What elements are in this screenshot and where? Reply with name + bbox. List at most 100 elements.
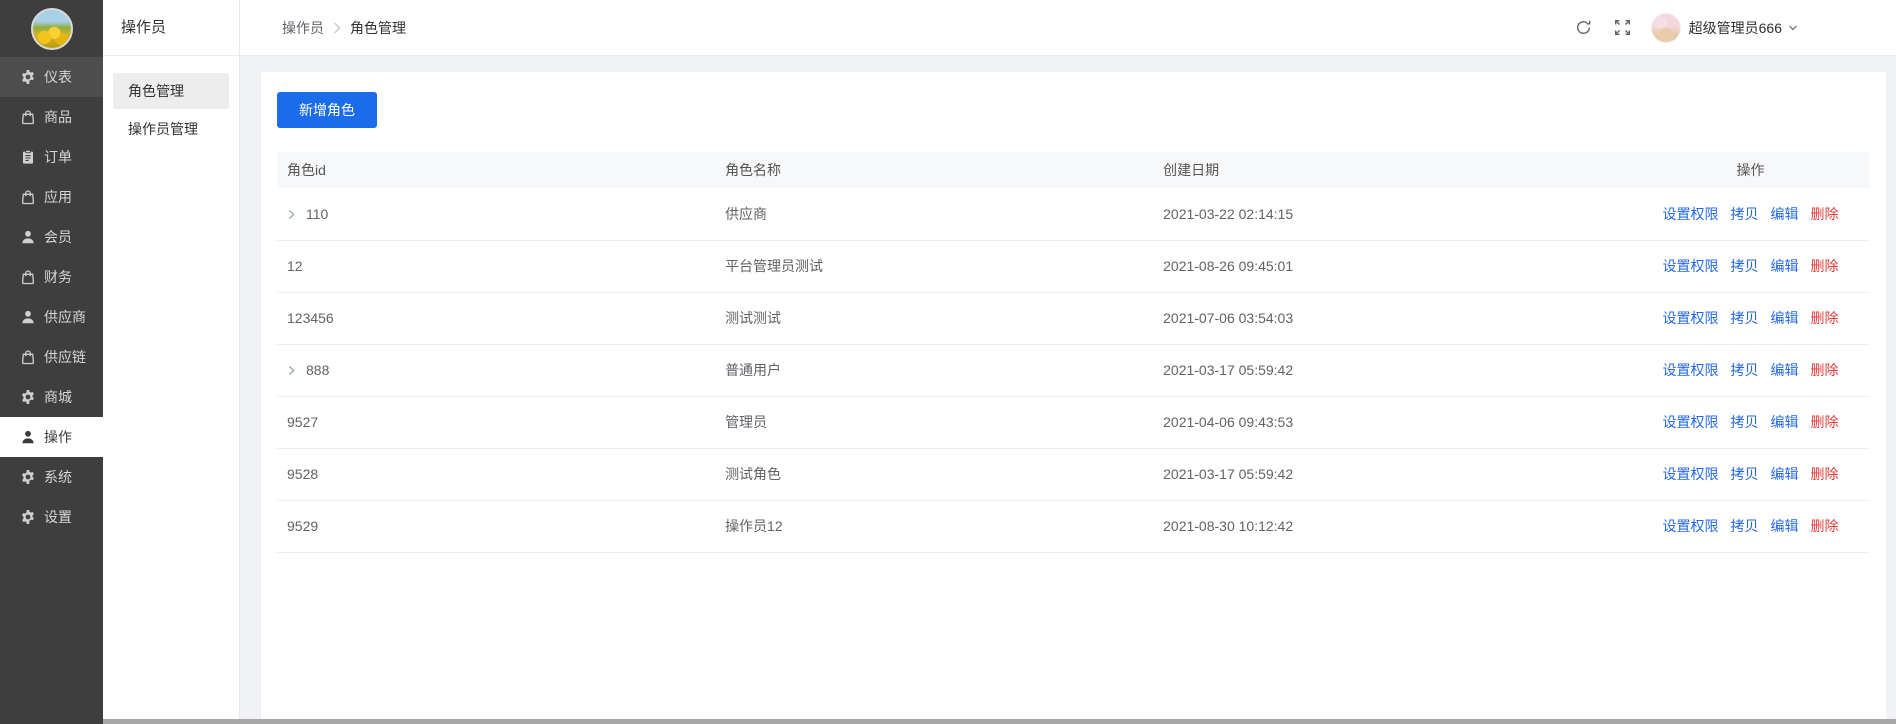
edit-link[interactable]: 编辑 — [1771, 362, 1799, 378]
submenu-item-role-management[interactable]: 角色管理 — [113, 73, 229, 109]
add-role-button[interactable]: 新增角色 — [277, 92, 377, 128]
col-header-role-id: 角色id — [277, 152, 716, 188]
breadcrumb: 操作员 角色管理 — [282, 18, 406, 38]
role-created: 2021-07-06 03:54:03 — [1153, 292, 1632, 345]
sidebar-item-members[interactable]: 会员 — [0, 217, 103, 257]
table-row: 9528 测试角色 2021-03-17 05:59:42 设置权限 拷贝 编辑 删除 — [277, 448, 1870, 501]
fullscreen-icon[interactable] — [1614, 19, 1631, 36]
copy-link[interactable]: 拷贝 — [1731, 362, 1759, 378]
role-name: 普通用户 — [715, 344, 1154, 397]
col-header-created: 创建日期 — [1153, 152, 1632, 188]
delete-link[interactable]: 删除 — [1811, 414, 1839, 430]
copy-link[interactable]: 拷贝 — [1731, 310, 1759, 326]
edit-link[interactable]: 编辑 — [1771, 310, 1799, 326]
role-id: 12 — [277, 240, 716, 293]
copy-link[interactable]: 拷贝 — [1731, 466, 1759, 482]
role-created: 2021-08-26 09:45:01 — [1153, 240, 1632, 293]
sidebar-item-label: 商城 — [44, 389, 72, 405]
sidebar-item-label: 订单 — [44, 149, 72, 165]
user-avatar — [1650, 12, 1681, 43]
delete-link[interactable]: 删除 — [1811, 258, 1839, 274]
copy-link[interactable]: 拷贝 — [1731, 414, 1759, 430]
user-icon — [20, 429, 36, 445]
delete-link[interactable]: 删除 — [1811, 518, 1839, 534]
user-menu[interactable]: 超级管理员666 — [1650, 12, 1798, 43]
sidebar-item-label: 会员 — [44, 229, 72, 245]
gear-icon — [20, 509, 36, 525]
chevron-right-icon — [333, 22, 341, 34]
edit-link[interactable]: 编辑 — [1771, 414, 1799, 430]
sidebar-item-label: 供应商 — [44, 309, 86, 325]
edit-link[interactable]: 编辑 — [1771, 206, 1799, 222]
set-permissions-link[interactable]: 设置权限 — [1663, 362, 1719, 378]
sidebar-item-label: 系统 — [44, 469, 72, 485]
breadcrumb-parent[interactable]: 操作员 — [282, 18, 324, 38]
copy-link[interactable]: 拷贝 — [1731, 518, 1759, 534]
sidebar-item-finance[interactable]: 财务 — [0, 257, 103, 297]
role-name: 测试角色 — [715, 448, 1154, 501]
set-permissions-link[interactable]: 设置权限 — [1663, 518, 1719, 534]
role-id: 888 — [306, 362, 330, 378]
edit-link[interactable]: 编辑 — [1771, 466, 1799, 482]
role-id: 9528 — [277, 448, 716, 501]
app-window: 仪表 商品 订单 应用 会员 财务 供应商 供应链 商城 操作 系统 设置 操作… — [0, 0, 1896, 724]
copy-link[interactable]: 拷贝 — [1731, 206, 1759, 222]
gauge-gear-icon — [20, 69, 36, 85]
delete-link[interactable]: 删除 — [1811, 466, 1839, 482]
sidebar-item-label: 设置 — [44, 509, 72, 525]
main-column: 操作员 角色管理 超级管理员666 新增角色 角色id 角色名称 创建日期 操作… — [240, 0, 1896, 724]
col-header-operations: 操作 — [1631, 152, 1870, 188]
sidebar-item-apps[interactable]: 应用 — [0, 177, 103, 217]
roles-card: 新增角色 角色id 角色名称 创建日期 操作 110 供应商 2021-03-2… — [261, 72, 1886, 724]
set-permissions-link[interactable]: 设置权限 — [1663, 414, 1719, 430]
edit-link[interactable]: 编辑 — [1771, 518, 1799, 534]
role-name: 管理员 — [715, 396, 1154, 449]
sidebar-item-dashboard[interactable]: 仪表 — [0, 57, 103, 97]
sidebar-item-suppliers[interactable]: 供应商 — [0, 297, 103, 337]
role-name: 平台管理员测试 — [715, 240, 1154, 293]
submenu-title: 操作员 — [103, 0, 239, 56]
role-created: 2021-03-17 05:59:42 — [1153, 344, 1632, 397]
bag-icon — [20, 269, 36, 285]
sidebar-item-label: 操作 — [44, 429, 72, 445]
role-created: 2021-03-17 05:59:42 — [1153, 448, 1632, 501]
expand-row-icon[interactable] — [287, 365, 296, 376]
bag-icon — [20, 349, 36, 365]
app-logo[interactable] — [30, 7, 73, 50]
role-created: 2021-04-06 09:43:53 — [1153, 396, 1632, 449]
sidebar-item-label: 商品 — [44, 109, 72, 125]
sidebar-item-operation[interactable]: 操作 — [0, 417, 103, 457]
set-permissions-link[interactable]: 设置权限 — [1663, 206, 1719, 222]
sidebar-item-mall[interactable]: 商城 — [0, 377, 103, 417]
copy-link[interactable]: 拷贝 — [1731, 258, 1759, 274]
sidebar-item-orders[interactable]: 订单 — [0, 137, 103, 177]
table-header: 角色id 角色名称 创建日期 操作 — [277, 152, 1870, 188]
set-permissions-link[interactable]: 设置权限 — [1663, 258, 1719, 274]
sidebar-item-label: 应用 — [44, 189, 72, 205]
delete-link[interactable]: 删除 — [1811, 362, 1839, 378]
table-row: 888 普通用户 2021-03-17 05:59:42 设置权限 拷贝 编辑 删除 — [277, 344, 1870, 397]
role-name: 测试测试 — [715, 292, 1154, 345]
submenu-item-operator-management[interactable]: 操作员管理 — [113, 111, 229, 147]
table-row: 110 供应商 2021-03-22 02:14:15 设置权限 拷贝 编辑 删除 — [277, 188, 1870, 241]
table-row: 123456 测试测试 2021-07-06 03:54:03 设置权限 拷贝 编辑… — [277, 292, 1870, 345]
sidebar-item-supply-chain[interactable]: 供应链 — [0, 337, 103, 377]
delete-link[interactable]: 删除 — [1811, 206, 1839, 222]
expand-row-icon[interactable] — [287, 209, 296, 220]
set-permissions-link[interactable]: 设置权限 — [1663, 466, 1719, 482]
set-permissions-link[interactable]: 设置权限 — [1663, 310, 1719, 326]
submenu-sidebar: 操作员 角色管理 操作员管理 — [103, 0, 240, 724]
horizontal-scrollbar[interactable] — [103, 719, 1896, 724]
user-icon — [20, 229, 36, 245]
sidebar-item-goods[interactable]: 商品 — [0, 97, 103, 137]
user-name: 超级管理员666 — [1688, 19, 1782, 36]
edit-link[interactable]: 编辑 — [1771, 258, 1799, 274]
topbar-actions: 超级管理员666 — [1575, 12, 1896, 43]
roles-table: 角色id 角色名称 创建日期 操作 110 供应商 2021-03-22 02:… — [277, 152, 1870, 553]
sidebar-item-settings[interactable]: 设置 — [0, 497, 103, 537]
sidebar-item-system[interactable]: 系统 — [0, 457, 103, 497]
delete-link[interactable]: 删除 — [1811, 310, 1839, 326]
right-zone: 操作员 角色管理 操作员管理 操作员 角色管理 超级管理员666 新增角色 角色… — [103, 0, 1896, 724]
role-id: 110 — [306, 205, 329, 222]
refresh-icon[interactable] — [1575, 19, 1592, 36]
